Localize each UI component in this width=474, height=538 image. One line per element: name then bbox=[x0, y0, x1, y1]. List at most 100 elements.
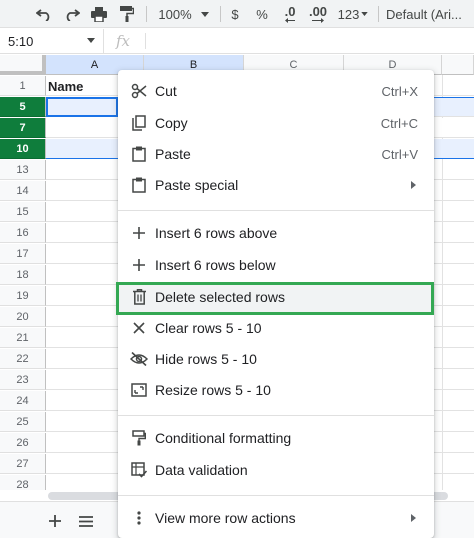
row-header[interactable]: 15 bbox=[0, 202, 46, 222]
row-header[interactable]: 1 bbox=[0, 76, 46, 96]
row-header[interactable]: 16 bbox=[0, 223, 46, 243]
menu-item-hide-rows[interactable]: Hide rows 5 - 10 bbox=[118, 344, 434, 374]
percent-label: % bbox=[256, 6, 268, 22]
menu-divider bbox=[118, 495, 434, 496]
row-number: 22 bbox=[16, 352, 29, 365]
menu-item-label: Paste special bbox=[155, 177, 239, 193]
row-number: 13 bbox=[16, 163, 29, 176]
row-header-selected[interactable]: 10 bbox=[0, 139, 46, 159]
menu-item-insert-above[interactable]: Insert 6 rows above bbox=[118, 218, 434, 248]
font-family-label: Default (Ari... bbox=[386, 6, 462, 22]
menu-item-resize-rows[interactable]: Resize rows 5 - 10 bbox=[118, 375, 434, 405]
menu-item-conditional-formatting[interactable]: Conditional formatting bbox=[118, 423, 434, 453]
menu-item-label: Cut bbox=[155, 83, 177, 99]
print-icon[interactable] bbox=[89, 3, 109, 25]
row-header[interactable]: 23 bbox=[0, 370, 46, 390]
row-number: 24 bbox=[16, 394, 29, 407]
row-header[interactable]: 18 bbox=[0, 265, 46, 285]
column-label: B bbox=[189, 58, 198, 71]
font-family-select[interactable]: Default (Ari... bbox=[386, 3, 474, 25]
menu-item-more-row-actions[interactable]: View more row actions bbox=[118, 503, 434, 533]
plus-icon bbox=[130, 224, 148, 242]
cell-reference: 5:10 bbox=[8, 33, 34, 49]
redo-icon[interactable] bbox=[62, 3, 82, 25]
row-header[interactable]: 21 bbox=[0, 328, 46, 348]
row-number: 21 bbox=[16, 331, 29, 344]
row-header[interactable]: 26 bbox=[0, 433, 46, 453]
row-number: 14 bbox=[16, 184, 29, 197]
fx-icon: fx bbox=[116, 32, 131, 50]
column-label: D bbox=[388, 58, 397, 71]
percent-format-button[interactable]: % bbox=[254, 3, 270, 25]
menu-item-label: Conditional formatting bbox=[155, 430, 292, 446]
clipboard-icon bbox=[130, 176, 148, 194]
plus-icon bbox=[130, 256, 148, 274]
shortcut-label: Ctrl+C bbox=[380, 115, 418, 131]
currency-format-button[interactable]: $ bbox=[228, 3, 242, 25]
row-header[interactable]: 19 bbox=[0, 286, 46, 306]
column-label: A bbox=[90, 58, 99, 71]
menu-item-clear-rows[interactable]: Clear rows 5 - 10 bbox=[118, 313, 434, 343]
currency-label: $ bbox=[231, 6, 239, 22]
menu-item-paste-special[interactable]: Paste special bbox=[118, 170, 434, 200]
zoom-select[interactable]: 100% bbox=[158, 3, 192, 25]
menu-item-paste[interactable]: Paste Ctrl+V bbox=[118, 139, 434, 169]
row-number: 19 bbox=[16, 289, 29, 302]
menu-item-label: Clear rows 5 - 10 bbox=[155, 320, 262, 336]
row-header-selected[interactable]: 7 bbox=[0, 118, 46, 138]
increase-decimal-button[interactable]: .00 bbox=[307, 3, 329, 25]
cell-a1[interactable]: Name bbox=[48, 76, 83, 96]
paint-format-icon[interactable] bbox=[117, 3, 137, 25]
number-format-select[interactable]: 123 bbox=[335, 3, 371, 25]
row-header[interactable]: 22 bbox=[0, 349, 46, 369]
all-sheets-button[interactable] bbox=[75, 510, 97, 532]
decrease-decimal-button[interactable]: .0 bbox=[280, 3, 300, 25]
chevron-down-icon bbox=[361, 12, 369, 16]
row-number: 7 bbox=[19, 121, 26, 134]
row-header[interactable]: 13 bbox=[0, 160, 46, 180]
row-header[interactable]: 25 bbox=[0, 412, 46, 432]
row-number: 26 bbox=[16, 436, 29, 449]
row-number: 5 bbox=[19, 100, 26, 113]
undo-icon[interactable] bbox=[34, 3, 54, 25]
row-header[interactable]: 14 bbox=[0, 181, 46, 201]
name-box[interactable]: 5:10 bbox=[0, 29, 104, 53]
arrow-left-icon bbox=[285, 18, 295, 23]
row-header[interactable]: 24 bbox=[0, 391, 46, 411]
chevron-down-icon bbox=[87, 38, 95, 43]
add-sheet-button[interactable] bbox=[44, 510, 66, 532]
zoom-value: 100% bbox=[158, 6, 192, 22]
select-all-corner[interactable] bbox=[0, 55, 46, 75]
zoom-dropdown-icon[interactable] bbox=[198, 3, 212, 25]
submenu-arrow-icon bbox=[411, 514, 416, 522]
shortcut-label: Ctrl+V bbox=[381, 146, 418, 162]
row-number: 15 bbox=[16, 205, 29, 218]
menu-item-label: Insert 6 rows above bbox=[155, 225, 278, 241]
row-header[interactable]: 20 bbox=[0, 307, 46, 327]
column-header-e[interactable] bbox=[442, 55, 474, 75]
row-number: 17 bbox=[16, 247, 29, 260]
row-header[interactable]: 27 bbox=[0, 454, 46, 474]
row-header[interactable]: 28 bbox=[0, 475, 46, 490]
menu-item-label: Insert 6 rows below bbox=[155, 257, 276, 273]
plus-icon bbox=[49, 515, 61, 527]
row-number: 10 bbox=[16, 142, 29, 155]
clipboard-icon bbox=[130, 145, 148, 163]
menu-item-cut[interactable]: Cut Ctrl+X bbox=[118, 76, 434, 106]
increase-decimal-label: .00 bbox=[308, 4, 328, 19]
menu-item-copy[interactable]: Copy Ctrl+C bbox=[118, 108, 434, 138]
menu-item-label: Paste bbox=[155, 146, 191, 162]
column-label: C bbox=[289, 58, 298, 71]
menu-item-insert-below[interactable]: Insert 6 rows below bbox=[118, 250, 434, 280]
menu-divider bbox=[118, 210, 434, 211]
toolbar: 100% $ % .0 .00 123 Default (Ari... bbox=[0, 0, 474, 28]
decrease-decimal-label: .0 bbox=[284, 4, 296, 19]
menu-item-data-validation[interactable]: Data validation bbox=[118, 455, 434, 485]
paint-roller-icon bbox=[130, 429, 148, 447]
row-header-selected[interactable]: 5 bbox=[0, 97, 46, 117]
data-validation-icon bbox=[130, 461, 148, 479]
row-header[interactable]: 17 bbox=[0, 244, 46, 264]
row-number: 16 bbox=[16, 226, 29, 239]
submenu-arrow-icon bbox=[411, 181, 416, 189]
menu-divider bbox=[118, 415, 434, 416]
